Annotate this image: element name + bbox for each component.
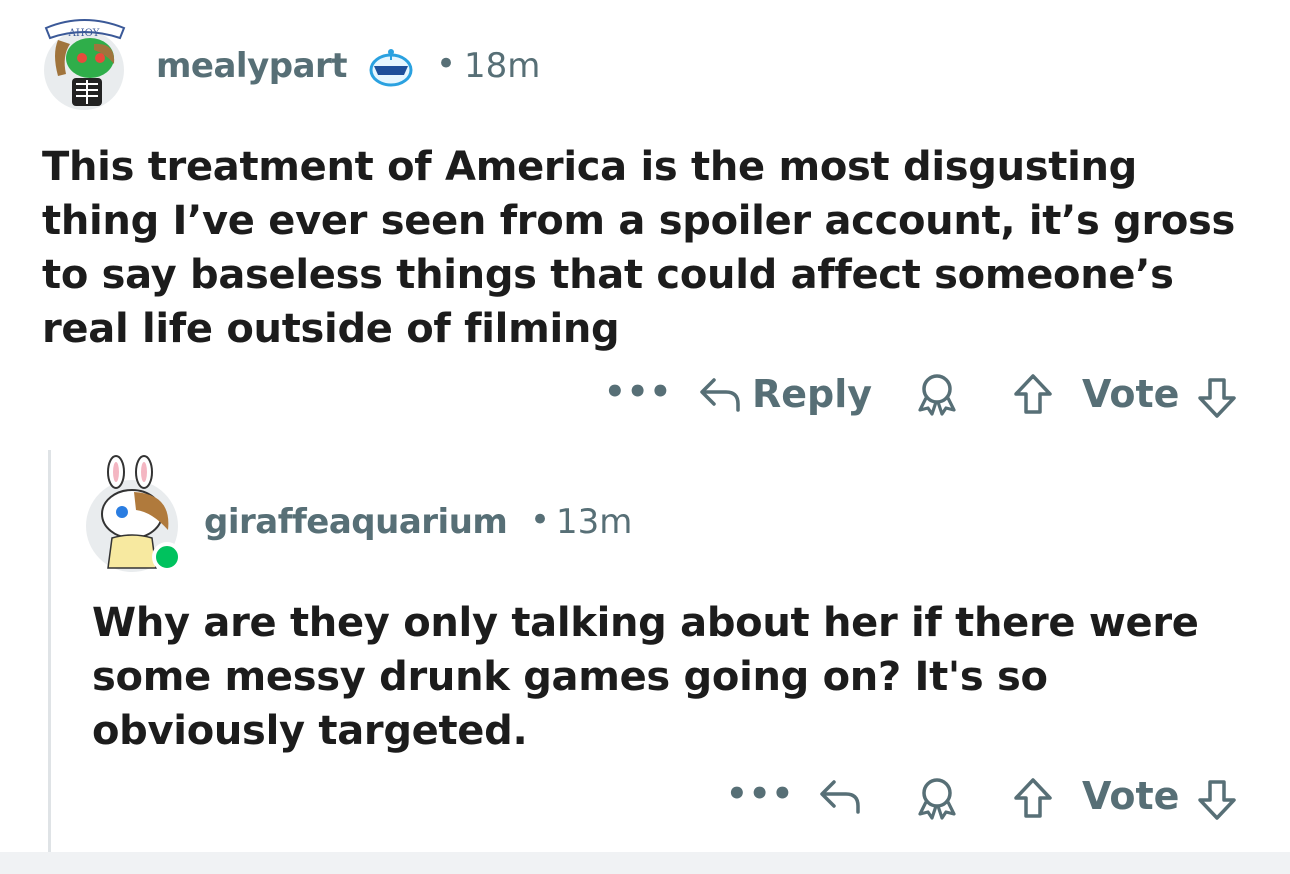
reply-label: Reply bbox=[752, 372, 873, 416]
downvote-button[interactable] bbox=[1196, 376, 1238, 420]
upvote-arrow-icon bbox=[1014, 778, 1052, 818]
upvote-arrow-icon bbox=[1014, 374, 1052, 414]
reply-body: Why are they only talking about her if t… bbox=[92, 600, 1199, 754]
vote-count: Vote bbox=[1082, 774, 1180, 818]
user-avatar[interactable]: AHOY bbox=[36, 14, 132, 110]
award-icon bbox=[918, 778, 956, 820]
award-button[interactable] bbox=[916, 372, 958, 416]
separator-dot: • bbox=[436, 44, 457, 84]
reply-button[interactable]: Reply bbox=[698, 372, 872, 416]
online-status-dot bbox=[152, 542, 182, 572]
more-options-button[interactable]: ••• bbox=[604, 372, 672, 412]
separator-dot: • bbox=[530, 500, 551, 540]
comment-actions: ••• Reply Vote bbox=[0, 370, 1290, 420]
page-footer-bar bbox=[0, 852, 1290, 874]
reply-arrow-icon bbox=[700, 378, 740, 412]
upvote-button[interactable] bbox=[1012, 372, 1054, 416]
downvote-button[interactable] bbox=[1196, 778, 1238, 822]
comment-body: This treatment of America is the most di… bbox=[42, 144, 1236, 352]
more-options-button[interactable]: ••• bbox=[726, 774, 794, 814]
snoo-sunglasses-icon bbox=[368, 48, 414, 88]
reply-actions: ••• Vote bbox=[0, 772, 1290, 822]
reply-button[interactable] bbox=[818, 776, 862, 816]
award-icon bbox=[918, 374, 956, 416]
timestamp: 18m bbox=[464, 46, 541, 86]
downvote-arrow-icon bbox=[1198, 780, 1236, 820]
vote-count: Vote bbox=[1082, 372, 1180, 416]
reply-arrow-icon bbox=[820, 780, 860, 814]
username[interactable]: mealypart bbox=[156, 46, 348, 86]
reply-username[interactable]: giraffeaquarium bbox=[204, 502, 508, 542]
award-button[interactable] bbox=[916, 776, 958, 820]
reply-timestamp: 13m bbox=[556, 502, 633, 542]
snoo-avatar-skeleton-icon: AHOY bbox=[44, 19, 126, 110]
upvote-button[interactable] bbox=[1012, 776, 1054, 820]
svg-text:AHOY: AHOY bbox=[68, 28, 100, 39]
downvote-arrow-icon bbox=[1198, 378, 1236, 418]
